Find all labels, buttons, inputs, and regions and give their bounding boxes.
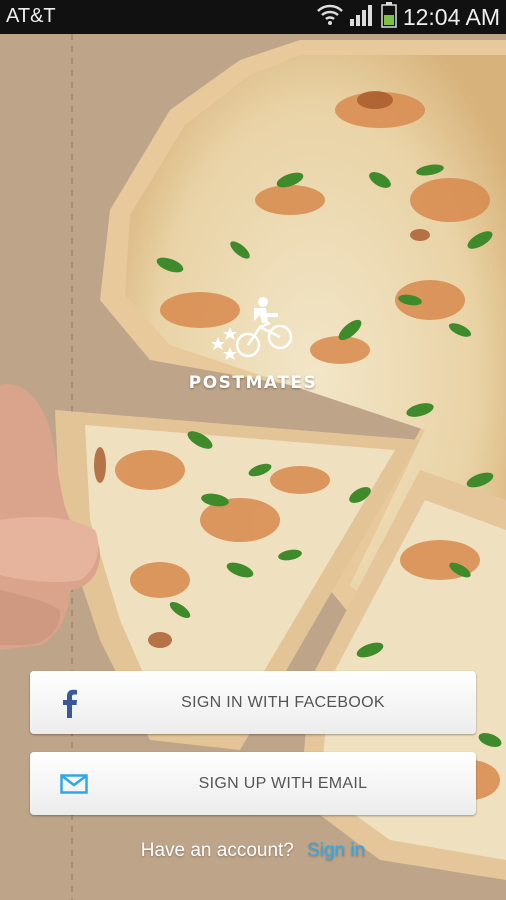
account-prompt-text: Have an account? [140, 840, 294, 861]
email-button-label: SIGN UP WITH EMAIL [198, 774, 368, 792]
sign-in-link[interactable]: Sign in [307, 840, 365, 861]
status-icons: 12:04 AM [316, 1, 500, 33]
status-bar: AT&T 12:04 AM [0, 0, 506, 34]
battery-icon [381, 1, 397, 33]
facebook-icon [60, 688, 78, 718]
clock: 12:04 AM [402, 3, 500, 30]
envelope-icon [60, 773, 88, 794]
courier-on-bicycle-icon [211, 297, 293, 360]
signal-icon [349, 3, 375, 32]
brand-name: POSTMATES [188, 373, 318, 393]
facebook-button-label: SIGN IN WITH FACEBOOK [181, 693, 385, 711]
wifi-icon [316, 4, 343, 31]
account-prompt: Have an account? Sign in [0, 840, 506, 862]
sign-up-email-button[interactable]: SIGN UP WITH EMAIL [30, 752, 476, 815]
brand-logo: POSTMATES [0, 295, 506, 393]
login-screen: AT&T 12:04 AM POSTMATES SIGN IN WITH FAC… [0, 0, 506, 900]
sign-in-facebook-button[interactable]: SIGN IN WITH FACEBOOK [30, 671, 476, 734]
carrier-label: AT&T [6, 5, 56, 27]
